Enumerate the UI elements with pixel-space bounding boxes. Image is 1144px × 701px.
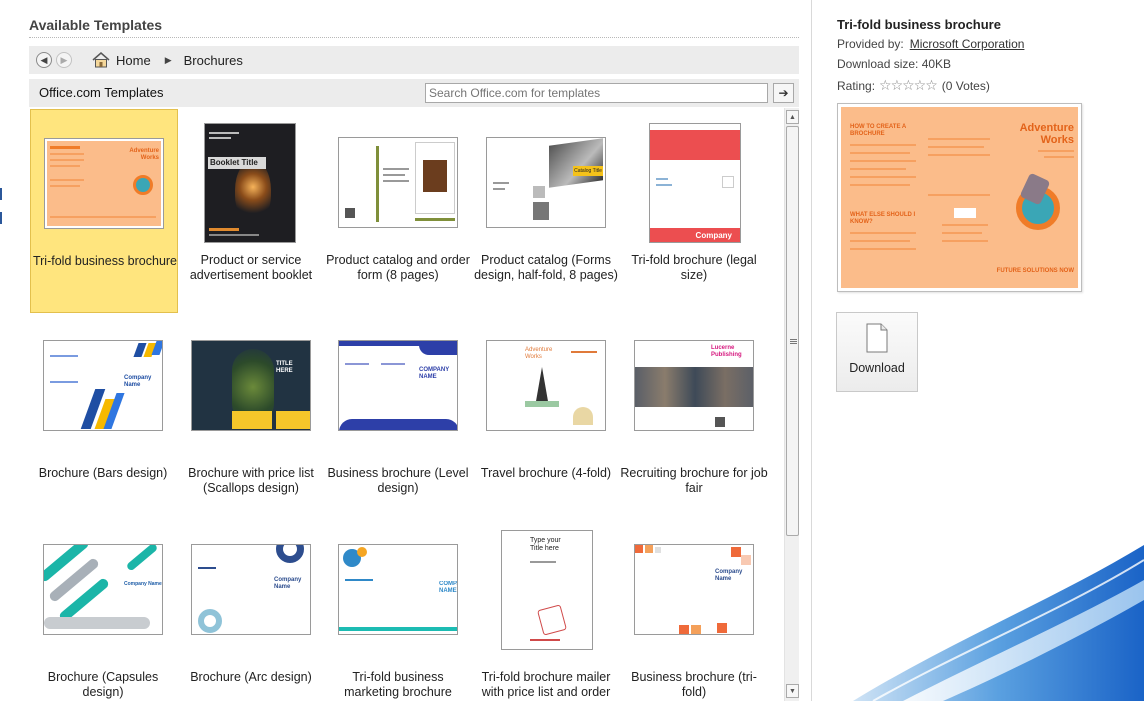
scrollbar-thumb[interactable] xyxy=(786,126,799,536)
scroll-up-arrow-icon[interactable]: ▲ xyxy=(786,110,799,124)
template-grid: Adventure Works Tri-fold business brochu… xyxy=(29,108,781,701)
template-name: Brochure with price list (Scallops desig… xyxy=(188,466,314,495)
vertical-scrollbar[interactable]: ▲ ▼ xyxy=(784,108,799,701)
provided-by-label: Provided by: xyxy=(837,37,904,51)
template-thumbnail: Lucerne Publishing xyxy=(634,340,754,431)
template-title: Tri-fold business brochure xyxy=(837,17,1001,32)
template-thumbnail: Company Name xyxy=(634,544,754,635)
provider-line: Provided by: Microsoft Corporation xyxy=(837,37,1024,51)
back-button[interactable]: ◀ xyxy=(36,52,52,68)
search-input[interactable] xyxy=(425,83,768,103)
chevron-right-icon: ▶ xyxy=(164,54,172,65)
window-edge xyxy=(0,0,2,701)
template-thumbnail: COMPANY NAME xyxy=(338,340,458,431)
download-label: Download xyxy=(849,361,905,375)
rating-label: Rating: xyxy=(837,79,876,93)
template-card[interactable]: Product catalog and order form (8 pages) xyxy=(324,109,472,313)
template-card[interactable]: Type your Title here Tri-fold brochure m… xyxy=(472,522,620,701)
template-thumbnail: Company Name xyxy=(43,340,163,431)
template-card[interactable]: Booklet Title Product or service adverti… xyxy=(177,109,325,313)
document-icon xyxy=(866,323,888,353)
template-name: Brochure (Arc design) xyxy=(190,670,312,684)
download-button[interactable]: Download xyxy=(836,312,918,392)
template-name: Recruiting brochure for job fair xyxy=(620,466,768,495)
template-name: Tri-fold business marketing brochure xyxy=(344,670,452,699)
navigation-bar: ◀ ▶ Home ▶ Brochures xyxy=(29,46,799,74)
template-card[interactable]: COMPANY NAME Business brochure (Level de… xyxy=(324,318,472,522)
provider-link[interactable]: Microsoft Corporation xyxy=(910,37,1025,51)
forward-button[interactable]: ▶ xyxy=(56,52,72,68)
template-thumbnail xyxy=(338,137,458,228)
template-name: Tri-fold brochure (legal size) xyxy=(631,253,757,282)
scroll-down-arrow-icon[interactable]: ▼ xyxy=(786,684,799,698)
template-card[interactable]: Company Name Brochure (Bars design) xyxy=(29,318,177,522)
template-thumbnail: Company xyxy=(649,123,741,243)
section-title: Available Templates xyxy=(29,17,163,33)
template-thumbnail: Catalog Title xyxy=(486,137,606,228)
template-thumbnail: Adventure Works xyxy=(486,340,606,431)
breadcrumb-current: Brochures xyxy=(183,52,243,68)
rating-stars-icon[interactable]: ☆☆☆☆☆ xyxy=(879,77,938,94)
template-thumbnail: Type your Title here xyxy=(501,530,593,650)
template-card[interactable]: Company Name Brochure (Capsules design) xyxy=(29,522,177,701)
template-card[interactable]: Company Tri-fold brochure (legal size) xyxy=(620,109,768,313)
template-thumbnail: Company Name xyxy=(43,544,163,635)
template-name: Tri-fold brochure mailer with price list… xyxy=(481,670,611,701)
template-card[interactable]: Company Name Business brochure (tri-fold… xyxy=(620,522,768,701)
templates-panel: Available Templates ◀ ▶ Home ▶ Brochures… xyxy=(0,0,812,701)
source-bar: Office.com Templates ➔ xyxy=(29,79,799,107)
template-card[interactable]: Adventure Works Tri-fold business brochu… xyxy=(30,109,178,313)
template-name: Brochure (Capsules design) xyxy=(47,670,159,699)
template-thumbnail: Adventure Works xyxy=(44,138,164,229)
template-name: Business brochure (Level design) xyxy=(327,466,469,495)
template-name: Business brochure (tri-fold) xyxy=(631,670,757,699)
template-card[interactable]: Catalog Title Product catalog (Forms des… xyxy=(472,109,620,313)
source-label: Office.com Templates xyxy=(39,85,164,100)
preview-subheading: WHAT ELSE SHOULD I KNOW? xyxy=(850,212,916,225)
details-panel: Tri-fold business brochure Provided by: M… xyxy=(813,0,1144,701)
template-preview: HOW TO CREATE A BROCHURE WHAT ELSE SHOUL… xyxy=(837,103,1082,292)
votes-count: (0 Votes) xyxy=(941,79,990,93)
template-thumbnail: TITLE HERE xyxy=(191,340,311,431)
template-name: Tri-fold business brochure xyxy=(32,254,178,268)
template-card[interactable]: COMPANY NAME Tri-fold business marketing… xyxy=(324,522,472,701)
template-card[interactable]: Adventure Works Travel brochure (4-fold) xyxy=(472,318,620,522)
template-name: Product catalog (Forms design, half-fold… xyxy=(474,253,618,282)
template-name: Brochure (Bars design) xyxy=(38,466,168,480)
template-thumbnail: Company Name xyxy=(191,544,311,635)
template-thumbnail: Booklet Title xyxy=(204,123,296,243)
download-size: Download size: 40KB xyxy=(837,57,952,71)
template-card[interactable]: Company Name Brochure (Arc design) xyxy=(177,522,325,701)
template-thumbnail: COMPANY NAME xyxy=(338,544,458,635)
search-go-button[interactable]: ➔ xyxy=(773,83,794,103)
template-name: Product catalog and order form (8 pages) xyxy=(326,253,470,282)
divider xyxy=(29,37,799,38)
template-name: Product or service advertisement booklet xyxy=(189,253,313,282)
preview-brand: Adventure Works xyxy=(1019,122,1074,146)
template-card[interactable]: TITLE HERE Brochure with price list (Sca… xyxy=(177,318,325,522)
breadcrumb-home[interactable]: Home xyxy=(116,53,151,68)
home-icon[interactable] xyxy=(92,52,110,68)
preview-heading: HOW TO CREATE A BROCHURE xyxy=(850,124,906,137)
rating-line: Rating: ☆☆☆☆☆ (0 Votes) xyxy=(837,77,990,94)
template-name: Travel brochure (4-fold) xyxy=(480,466,612,480)
preview-footer: FUTURE SOLUTIONS NOW xyxy=(996,268,1074,274)
template-card[interactable]: Lucerne Publishing Recruiting brochure f… xyxy=(620,318,768,522)
